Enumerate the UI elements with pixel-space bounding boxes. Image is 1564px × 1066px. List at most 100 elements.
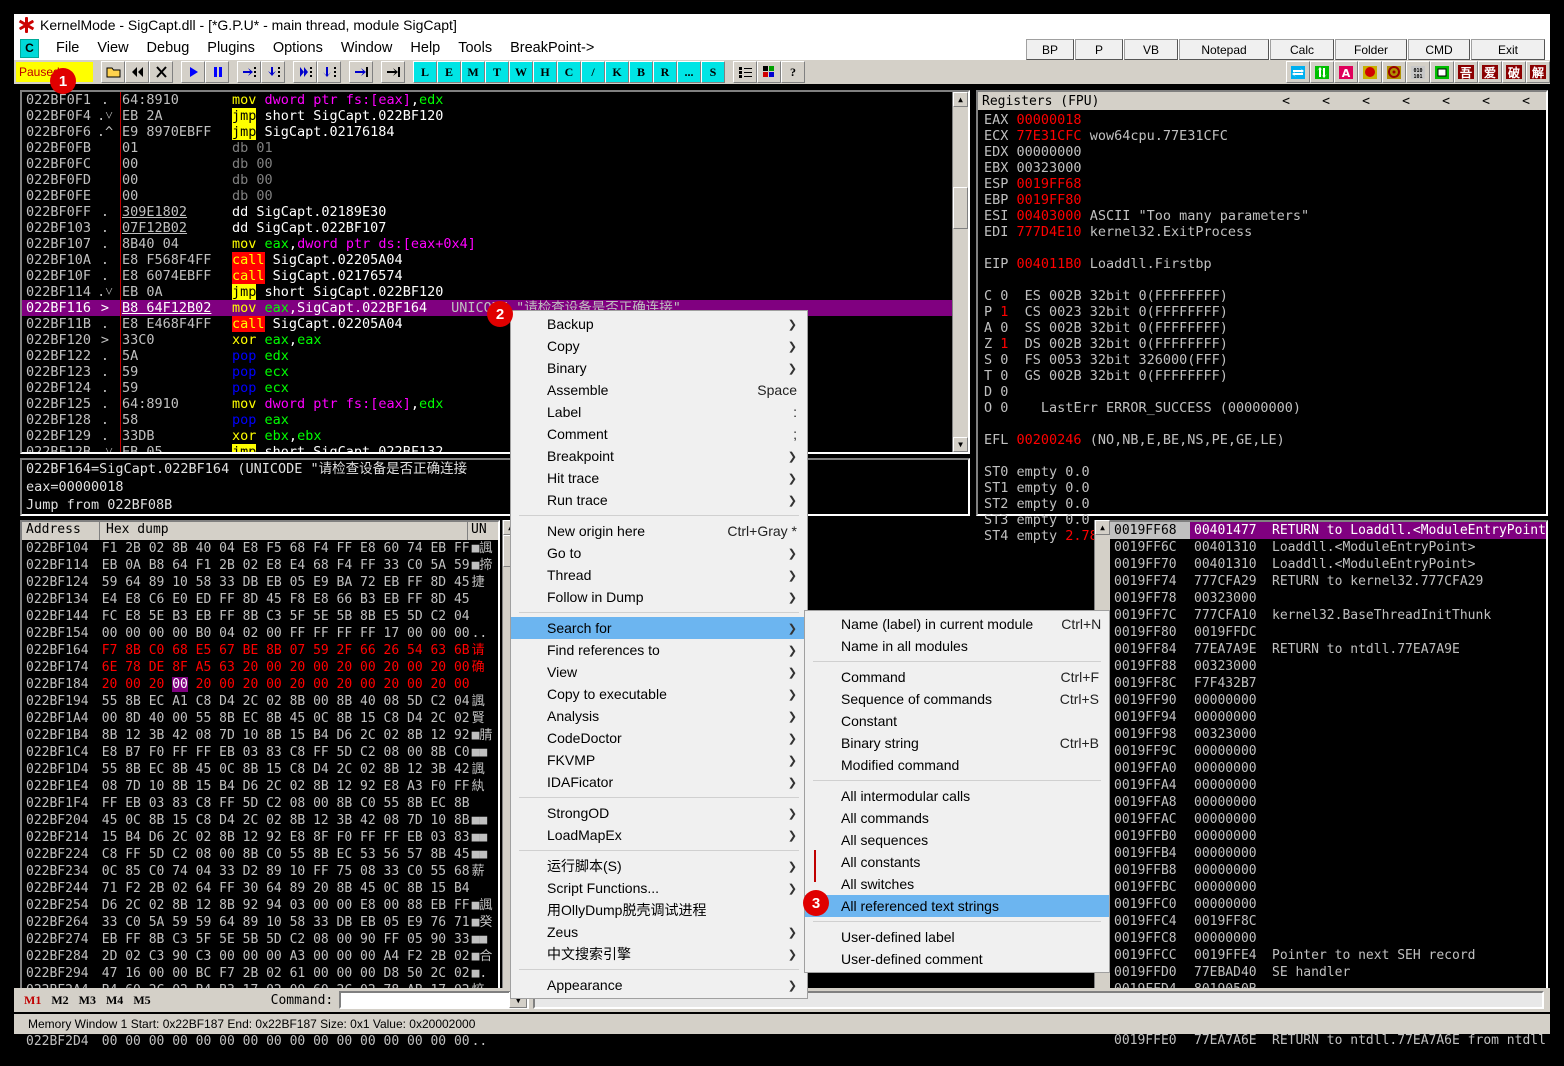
calc-button[interactable]: Calc bbox=[1270, 39, 1334, 60]
submenu-item-5[interactable]: Constant bbox=[805, 710, 1109, 732]
submenu-item-7[interactable]: Modified command bbox=[805, 754, 1109, 776]
table-row[interactable]: 0019FFBC 00000000 bbox=[1110, 879, 1546, 896]
run-trace-button[interactable]: ... bbox=[677, 61, 701, 83]
memory-dump-pane[interactable]: Address Hex dump UN 022BF104 F1 2B 02 8B … bbox=[20, 520, 500, 1049]
fpu-register-row[interactable]: ST2 empty 0.0 bbox=[978, 496, 1546, 512]
vb-button[interactable]: VB bbox=[1124, 39, 1178, 60]
cpu-button[interactable]: C bbox=[557, 61, 581, 83]
table-row[interactable]: 0019FFCC 0019FFE4 Pointer to next SEH reco… bbox=[1110, 947, 1546, 964]
table-row[interactable]: 022BF244 71 F2 2B 02 64 FF 30 64 89 20 8B… bbox=[22, 880, 498, 897]
table-row[interactable]: 022BF1D4 55 8B EC 8B 45 0C 8B 15 C8 D4 2C… bbox=[22, 761, 498, 778]
fpu-register-row[interactable]: ST0 empty 0.0 bbox=[978, 464, 1546, 480]
submenu-item-4[interactable]: Sequence of commands Ctrl+S bbox=[805, 688, 1109, 710]
memory-button-m3[interactable]: M3 bbox=[79, 993, 96, 1008]
context-menu-item-21[interactable]: FKVMP ❯ bbox=[511, 749, 807, 771]
open-file-icon[interactable] bbox=[101, 61, 125, 83]
table-row[interactable]: 022BF104 F1 2B 02 8B 40 04 E8 F5 68 F4 FF… bbox=[22, 540, 498, 557]
menu-item-options[interactable]: Options bbox=[264, 40, 332, 56]
context-menu-item-15[interactable]: Search for ❯ bbox=[511, 617, 807, 639]
context-menu-item-20[interactable]: CodeDoctor ❯ bbox=[511, 727, 807, 749]
context-menu-item-25[interactable]: LoadMapEx ❯ bbox=[511, 824, 807, 846]
table-row[interactable]: 022BF134 E4 E8 C6 E0 ED FF 8D 45 F8 E8 66… bbox=[22, 591, 498, 608]
reg-nav-1-icon[interactable]: < bbox=[1266, 94, 1306, 109]
table-row[interactable]: 0019FFD0 77EBAD40 SE handler bbox=[1110, 964, 1546, 981]
context-menu-item-1[interactable]: Copy ❯ bbox=[511, 335, 807, 357]
table-row[interactable]: 022BF1B4 8B 12 3B 42 08 7D 10 8B 15 B4 D6… bbox=[22, 727, 498, 744]
table-row[interactable]: 0019FF78 00323000 bbox=[1110, 590, 1546, 607]
context-menu-item-18[interactable]: Copy to executable ❯ bbox=[511, 683, 807, 705]
table-row[interactable]: 022BF0F4 .˅ EB 2A jmp short SigCapt.022BF12… bbox=[22, 108, 968, 124]
register-row[interactable]: ECX 77E31CFC wow64cpu.77E31CFC bbox=[978, 128, 1546, 144]
menu-item-file[interactable]: File bbox=[47, 40, 88, 56]
table-row[interactable]: 0019FFA8 00000000 bbox=[1110, 794, 1546, 811]
table-row[interactable]: 0019FF68 00401477 RETURN to Loaddll.<Modul… bbox=[1110, 522, 1546, 539]
table-row[interactable]: 022BF128. 58 pop eax bbox=[22, 412, 968, 428]
flag-row[interactable]: Z 1 DS 002B 32bit 0(FFFFFFFF) bbox=[978, 336, 1546, 352]
table-row[interactable]: 022BF122. 5A pop edx bbox=[22, 348, 968, 364]
table-row[interactable]: 0019FFC8 00000000 bbox=[1110, 930, 1546, 947]
table-row[interactable]: 0019FF7C 777CFA10 kernel32.BaseThreadInitT… bbox=[1110, 607, 1546, 624]
register-row[interactable]: EBX 00323000 bbox=[978, 160, 1546, 176]
submenu-item-0[interactable]: Name (label) in current module Ctrl+N bbox=[805, 613, 1109, 635]
cjk-plugin-icon-1[interactable]: 吾 bbox=[1454, 61, 1478, 83]
context-menu-item-24[interactable]: StrongOD ❯ bbox=[511, 802, 807, 824]
table-row[interactable]: 022BF120 >33C0 xor eax,eax bbox=[22, 332, 968, 348]
flag-row[interactable]: T 0 GS 002B 32bit 0(FFFFFFFF) bbox=[978, 368, 1546, 384]
table-row[interactable]: 022BF124 59 64 89 10 58 33 DB EB 05 E9 BA… bbox=[22, 574, 498, 591]
appearance-icon[interactable] bbox=[757, 61, 781, 83]
pause-icon[interactable] bbox=[205, 61, 229, 83]
reg-nav-2-icon[interactable]: < bbox=[1306, 94, 1346, 109]
executables-button[interactable]: E bbox=[437, 61, 461, 83]
run-icon[interactable] bbox=[181, 61, 205, 83]
log-window-button[interactable]: L bbox=[413, 61, 437, 83]
stack-rows[interactable]: 0019FF68 00401477 RETURN to Loaddll.<Modul… bbox=[1110, 522, 1546, 1049]
analyze-plugin-icon[interactable]: A bbox=[1334, 61, 1358, 83]
record-plugin-icon[interactable] bbox=[1358, 61, 1382, 83]
context-menu-item-31[interactable]: 中文搜索引擎 ❯ bbox=[511, 943, 807, 965]
submenu-item-1[interactable]: Name in all modules bbox=[805, 635, 1109, 657]
table-row[interactable]: 022BF12B .˅ EB 05 jmp short SigCapt.022BF13… bbox=[22, 444, 968, 452]
context-menu-item-27[interactable]: 运行脚本(S) ❯ bbox=[511, 855, 807, 877]
table-row[interactable]: 022BF174 6E 78 DE 8F A5 63 20 00 20 00 20… bbox=[22, 659, 498, 676]
submenu-item-3[interactable]: Command Ctrl+F bbox=[805, 666, 1109, 688]
menu-item-debug[interactable]: Debug bbox=[138, 40, 199, 56]
call-stack-button[interactable]: K bbox=[605, 61, 629, 83]
context-menu-item-22[interactable]: IDAFicator ❯ bbox=[511, 771, 807, 793]
folder-button[interactable]: Folder bbox=[1335, 39, 1407, 60]
menu-item-view[interactable]: View bbox=[88, 40, 137, 56]
registers-pane[interactable]: Registers (FPU) < < < < < < < EAX 000000… bbox=[976, 90, 1548, 544]
context-menu-item-4[interactable]: Label: bbox=[511, 401, 807, 423]
context-menu-item-29[interactable]: 用OllyDump脱壳调试进程 bbox=[511, 899, 807, 921]
breakpoints-button[interactable]: B bbox=[629, 61, 653, 83]
disassembly-pane[interactable]: 022BF0F1. 64:8910 mov dword ptr fs:[eax],e… bbox=[20, 90, 970, 454]
table-row[interactable]: 022BF274 EB FF 8B C3 5F 5E 5B 5D C2 08 00… bbox=[22, 931, 498, 948]
cjk-plugin-icon-3[interactable]: 破 bbox=[1502, 61, 1526, 83]
memory-button-m5[interactable]: M5 bbox=[133, 993, 150, 1008]
table-row[interactable]: 022BF214 15 B4 D6 2C 02 8B 12 92 E8 8F F0… bbox=[22, 829, 498, 846]
stack-pane[interactable]: 0019FF68 00401477 RETURN to Loaddll.<Modul… bbox=[1108, 520, 1548, 1048]
disassembly-rows[interactable]: 022BF0F1. 64:8910 mov dword ptr fs:[eax],e… bbox=[22, 92, 968, 452]
execute-till-return-icon[interactable] bbox=[349, 61, 373, 83]
context-menu-item-12[interactable]: Thread ❯ bbox=[511, 564, 807, 586]
table-row[interactable]: 022BF103. 07F12B02 dd SigCapt.022BF107 bbox=[22, 220, 968, 236]
context-menu-item-6[interactable]: Breakpoint ❯ bbox=[511, 445, 807, 467]
table-row[interactable]: 022BF204 45 0C 8B 15 C8 D4 2C 02 8B 12 3B… bbox=[22, 812, 498, 829]
window-plugin-icon[interactable] bbox=[1430, 61, 1454, 83]
submenu-item-10[interactable]: All commands bbox=[805, 807, 1109, 829]
context-menu-item-19[interactable]: Analysis ❯ bbox=[511, 705, 807, 727]
table-row[interactable]: 022BF144 FC E8 5E B3 EB FF 8B C3 5F 5E 5B… bbox=[22, 608, 498, 625]
table-row[interactable]: 022BF107. 8B40 04 mov eax,dword ptr ds:[ea… bbox=[22, 236, 968, 252]
context-menu-item-13[interactable]: Follow in Dump ❯ bbox=[511, 586, 807, 608]
step-into-icon[interactable] bbox=[237, 61, 261, 83]
reg-nav-7-icon[interactable]: < bbox=[1506, 94, 1546, 109]
context-menu-item-17[interactable]: View ❯ bbox=[511, 661, 807, 683]
exit-button[interactable]: Exit bbox=[1471, 39, 1545, 60]
table-row[interactable]: 0019FF80 0019FFDC bbox=[1110, 624, 1546, 641]
flag-row[interactable]: O 0 LastErr ERROR_SUCCESS (00000000) bbox=[978, 400, 1546, 416]
menu-item-tools[interactable]: Tools bbox=[449, 40, 501, 56]
flag-row[interactable]: P 1 CS 0023 32bit 0(FFFFFFFF) bbox=[978, 304, 1546, 320]
disasm-scroll-down-icon[interactable]: ▼ bbox=[953, 437, 968, 452]
binary-plugin-icon[interactable]: 010 101 bbox=[1406, 61, 1430, 83]
register-row[interactable]: ESI 00403000 ASCII "Too many parameters" bbox=[978, 208, 1546, 224]
table-row[interactable]: 022BF124. 59 pop ecx bbox=[22, 380, 968, 396]
